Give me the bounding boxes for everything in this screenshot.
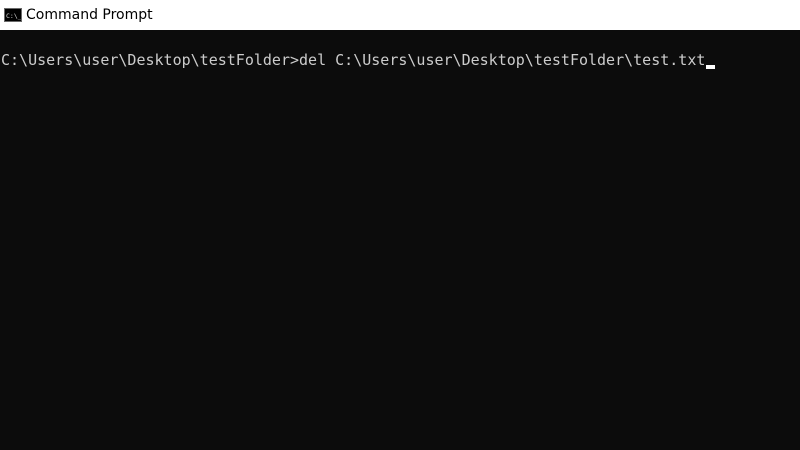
window-title: Command Prompt <box>26 7 153 23</box>
console-output-area[interactable]: C:\Users\user\Desktop\testFolder> del C:\… <box>0 30 800 450</box>
text-cursor <box>706 65 716 69</box>
command-prompt-window: C:\_ Command Prompt C:\Users\user\Deskto… <box>0 0 800 450</box>
title-bar[interactable]: C:\_ Command Prompt <box>0 0 800 30</box>
command-line: C:\Users\user\Desktop\testFolder> del C:\… <box>1 50 716 70</box>
console-prompt: C:\Users\user\Desktop\testFolder> <box>1 51 300 69</box>
svg-text:C:\_: C:\_ <box>6 12 21 20</box>
command-prompt-icon: C:\_ <box>4 8 22 22</box>
typed-command[interactable]: del C:\Users\user\Desktop\testFolder\tes… <box>299 50 705 70</box>
